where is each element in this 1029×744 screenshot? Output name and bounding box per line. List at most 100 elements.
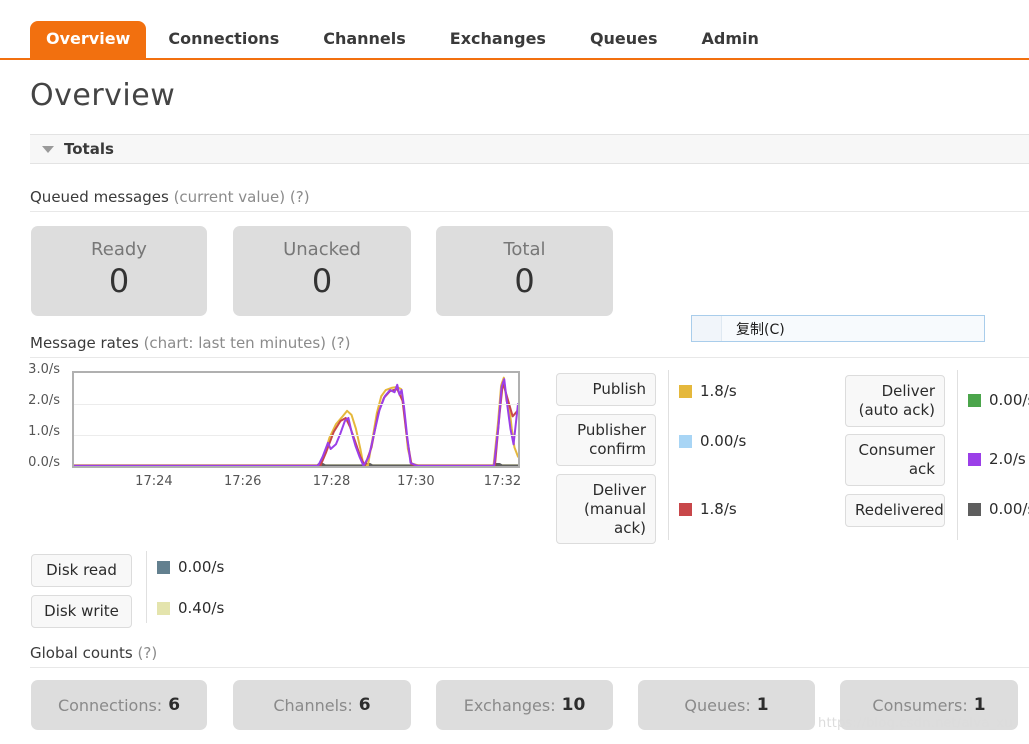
legend-value-deliver-manual-ack-row: 1.8/s: [679, 500, 737, 518]
chart-series-svg: [74, 373, 518, 466]
legend-value-publisher-confirm-row: 0.00/s: [679, 432, 746, 450]
queued-unacked-label: Unacked: [283, 239, 361, 260]
legend-swatch-deliver-manual-ack: [679, 502, 692, 516]
queued-total-label: Total: [503, 239, 546, 260]
disk-write-value: 0.40/s: [178, 599, 225, 617]
tab-exchanges[interactable]: Exchanges: [428, 21, 568, 58]
disk-read-value: 0.00/s: [178, 558, 225, 576]
chart-y-tick-3: 3.0/s: [28, 362, 60, 377]
global-count-connections: Connections: 6: [31, 680, 207, 730]
context-menu-icon-gutter: [692, 316, 722, 341]
legend-value-consumer-ack: 2.0/s: [989, 450, 1026, 468]
page-title: Overview: [30, 78, 176, 113]
global-count-queues: Queues: 1: [638, 680, 815, 730]
nav-tabs: Overview Connections Channels Exchanges Queu…: [30, 16, 781, 58]
legend-button-publisher-confirm[interactable]: Publisher confirm: [556, 414, 656, 466]
legend-button-deliver-manual-ack[interactable]: Deliver (manual ack): [556, 474, 656, 545]
legend-swatch-publisher-confirm: [679, 434, 692, 448]
global-count-exchanges-value: 10: [561, 695, 586, 715]
global-count-connections-label: Connections:: [57, 695, 163, 715]
global-count-queues-value: 1: [756, 695, 769, 715]
global-counts-help-icon[interactable]: (?): [138, 644, 158, 662]
context-menu-item-copy[interactable]: 复制(C): [722, 319, 785, 339]
chart-x-tick-3: 17:30: [397, 474, 435, 489]
chart-series-consumer-ack: [74, 379, 518, 465]
global-count-channels: Channels: 6: [233, 680, 411, 730]
legend-button-redelivered[interactable]: Redelivered: [845, 494, 945, 527]
chart-x-tick-0: 17:24: [135, 474, 173, 489]
legend-value-deliver-auto-ack-row: 0.00/s: [968, 391, 1029, 409]
global-count-channels-label: Channels:: [273, 695, 353, 715]
legend-value-redelivered: 0.00/s: [989, 500, 1029, 518]
context-menu[interactable]: 复制(C): [691, 315, 985, 342]
queued-ready-label: Ready: [91, 239, 147, 260]
legend-separator-1: [668, 370, 669, 540]
queued-total-box: Total 0: [436, 226, 613, 316]
legend-value-publisher-confirm: 0.00/s: [700, 432, 747, 450]
queued-messages-note: (current value): [173, 188, 286, 206]
chart-x-tick-1: 17:26: [223, 474, 262, 489]
legend-value-redelivered-row: 0.00/s: [968, 500, 1029, 518]
legend-swatch-redelivered: [968, 502, 981, 516]
legend-swatch-deliver-auto-ack: [968, 393, 981, 407]
global-count-exchanges-label: Exchanges:: [463, 695, 556, 715]
tab-queues[interactable]: Queues: [568, 21, 680, 58]
queued-unacked-box: Unacked 0: [233, 226, 411, 316]
tab-connections[interactable]: Connections: [146, 21, 301, 58]
totals-label: Totals: [64, 140, 114, 158]
legend-button-disk-read[interactable]: Disk read: [31, 554, 132, 587]
queued-ready-value: 0: [108, 261, 130, 300]
chart-gridline: [74, 435, 518, 436]
queued-messages-title: Queued messages: [30, 188, 169, 206]
message-rates-title: Message rates: [30, 334, 139, 352]
tab-admin[interactable]: Admin: [680, 21, 781, 58]
chart-x-tick-4: 17:32: [483, 474, 522, 489]
message-rates-note: (chart: last ten minutes): [143, 334, 327, 352]
chart-y-tick-1: 1.0/s: [28, 424, 60, 439]
chart-y-tick-0: 0.0/s: [28, 455, 60, 470]
global-count-consumers: Consumers: 1: [840, 680, 1018, 730]
legend-value-publish-row: 1.8/s: [679, 382, 737, 400]
totals-section-header[interactable]: Totals: [30, 134, 1029, 164]
global-counts-title: Global counts: [30, 644, 133, 662]
global-count-exchanges: Exchanges: 10: [436, 680, 613, 730]
chart-series-publish: [74, 378, 518, 466]
queued-unacked-value: 0: [311, 261, 333, 300]
main-nav-tabbar: Overview Connections Channels Exchanges Queu…: [0, 0, 1029, 60]
legend-swatch-publish: [679, 384, 692, 398]
legend-value-deliver-auto-ack: 0.00/s: [989, 391, 1029, 409]
chart-gridline: [74, 404, 518, 405]
legend-value-consumer-ack-row: 2.0/s: [968, 450, 1026, 468]
queued-ready-box: Ready 0: [31, 226, 207, 316]
legend-swatch-consumer-ack: [968, 452, 981, 466]
legend-value-deliver-manual-ack: 1.8/s: [700, 500, 737, 518]
legend-swatch-disk-read: [157, 560, 170, 574]
message-rates-help-icon[interactable]: (?): [331, 334, 351, 352]
queued-messages-header: Queued messages (current value) (?): [30, 188, 1029, 212]
queued-total-value: 0: [514, 261, 535, 300]
legend-separator-2: [957, 370, 958, 540]
legend-button-consumer-ack[interactable]: Consumer ack: [845, 434, 945, 486]
disk-write-value-row: 0.40/s: [157, 599, 224, 617]
legend-button-disk-write[interactable]: Disk write: [31, 595, 132, 628]
global-count-consumers-value: 1: [973, 695, 986, 715]
queued-messages-help-icon[interactable]: (?): [290, 188, 310, 206]
tab-channels[interactable]: Channels: [301, 21, 428, 58]
legend-value-publish: 1.8/s: [700, 382, 737, 400]
legend-swatch-disk-write: [157, 601, 170, 615]
collapse-caret-icon[interactable]: [42, 145, 54, 153]
disk-separator: [146, 551, 147, 623]
disk-read-value-row: 0.00/s: [157, 558, 224, 576]
global-count-channels-value: 6: [358, 695, 371, 715]
tab-overview[interactable]: Overview: [30, 21, 147, 58]
message-rates-chart[interactable]: 0.0/s 1.0/s 2.0/s 3.0/s 17:24 17:26 17:28 17:3…: [28, 362, 550, 496]
legend-button-publish[interactable]: Publish: [556, 373, 656, 406]
global-count-connections-value: 6: [168, 695, 181, 715]
global-counts-header: Global counts (?): [30, 644, 1029, 668]
legend-button-deliver-auto-ack[interactable]: Deliver (auto ack): [845, 375, 945, 427]
chart-y-tick-2: 2.0/s: [28, 393, 60, 408]
chart-series-deliver-manual-ack: [74, 382, 518, 465]
global-count-queues-label: Queues:: [684, 695, 751, 715]
chart-plot-area[interactable]: [72, 371, 520, 468]
global-count-consumers-label: Consumers:: [872, 695, 968, 715]
